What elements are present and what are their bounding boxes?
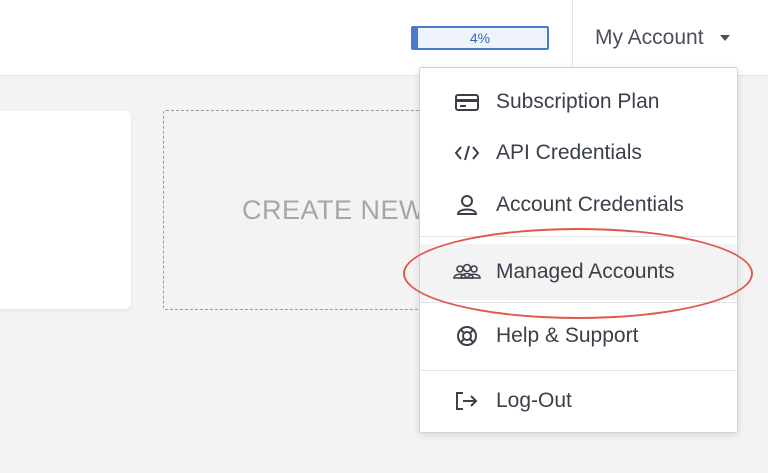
my-account-dropdown[interactable]: My Account (573, 0, 768, 76)
top-bar: 4% My Account (0, 0, 768, 76)
create-new-label: CREATE NEW (242, 194, 426, 225)
user-icon (452, 192, 482, 218)
menu-item-managed-accounts[interactable]: Managed Accounts (420, 244, 737, 300)
account-menu: Subscription Plan API Credentials Accoun… (419, 67, 738, 433)
menu-item-label: Account Credentials (496, 193, 684, 216)
menu-divider (420, 302, 737, 303)
progress-text: 4% (469, 30, 491, 46)
menu-item-label: API Credentials (496, 141, 642, 164)
logout-icon (452, 388, 482, 414)
menu-item-label: Help & Support (496, 324, 639, 347)
users-group-icon (452, 259, 482, 285)
menu-item-account-credentials[interactable]: Account Credentials (420, 181, 737, 229)
menu-item-log-out[interactable]: Log-Out (420, 377, 737, 425)
menu-divider (420, 370, 737, 371)
menu-item-subscription-plan[interactable]: Subscription Plan (420, 78, 737, 126)
create-new-button[interactable]: CREATE NEW (163, 110, 463, 310)
menu-item-help-support[interactable]: Help & Support (420, 312, 737, 360)
my-account-label: My Account (595, 26, 704, 49)
caret-down-icon (719, 35, 730, 41)
account-card[interactable] (0, 111, 131, 309)
progress-bar: 4% (411, 26, 549, 50)
code-icon (452, 140, 482, 166)
menu-divider (420, 236, 737, 237)
menu-item-label: Managed Accounts (496, 260, 675, 283)
menu-item-label: Subscription Plan (496, 90, 660, 113)
credit-card-icon (452, 89, 482, 115)
menu-item-api-credentials[interactable]: API Credentials (420, 129, 737, 177)
lifebuoy-icon (452, 323, 482, 349)
menu-item-label: Log-Out (496, 389, 572, 412)
